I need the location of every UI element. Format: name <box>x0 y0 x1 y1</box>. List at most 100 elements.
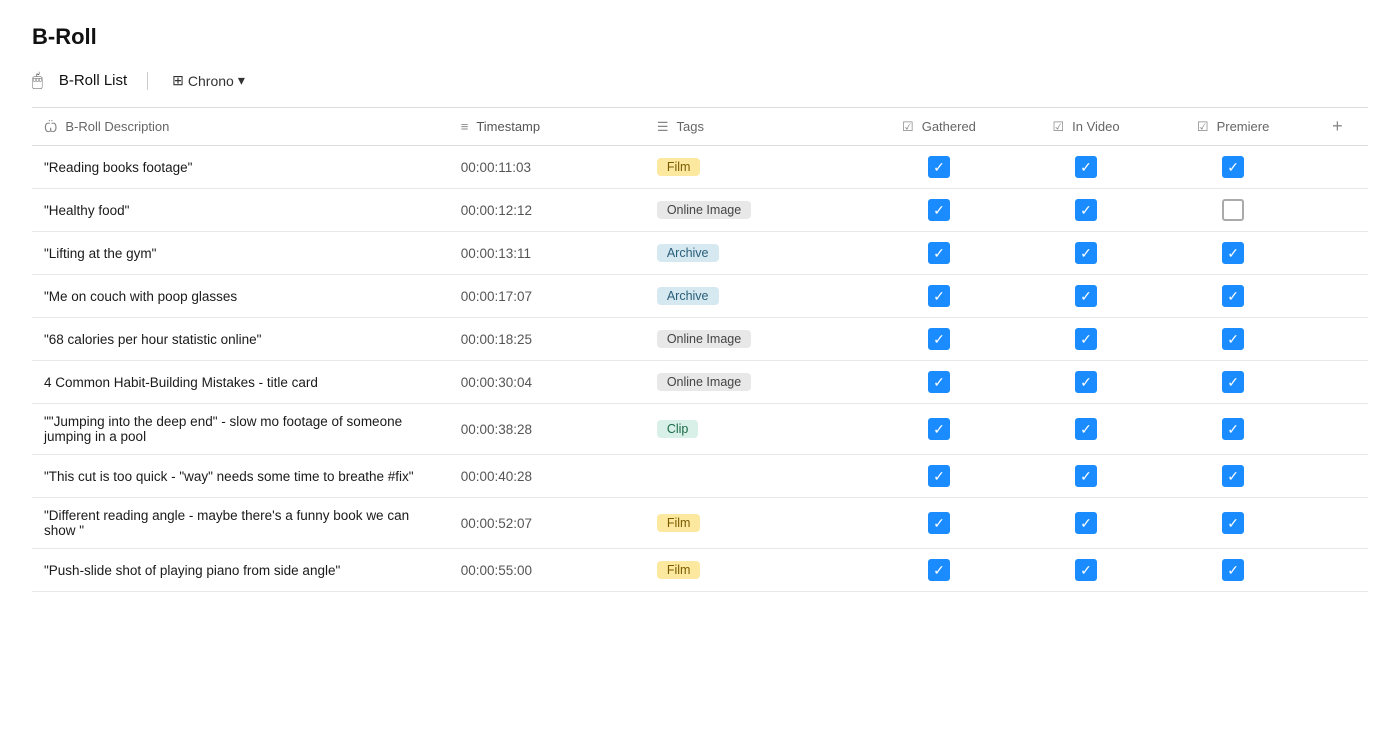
tag-badge[interactable]: Online Image <box>657 330 751 348</box>
col-header-desc: Ꞷ̈ B-Roll Description <box>32 108 449 146</box>
checkbox-invideo[interactable]: ✓ <box>1075 199 1097 221</box>
cell-add <box>1307 318 1368 361</box>
table-row: "Reading books footage"00:00:11:03 Film ✓ ✓… <box>32 146 1368 189</box>
page-title: B-Roll <box>32 24 1368 50</box>
cell-desc: "Reading books footage" <box>32 146 449 189</box>
cell-tag: Clip <box>645 404 866 455</box>
cell-tag: Online Image <box>645 189 866 232</box>
tag-icon: ☰ <box>657 119 669 135</box>
checkbox-premiere[interactable]: ✓ <box>1222 418 1244 440</box>
cell-desc: "Push-slide shot of playing piano from s… <box>32 549 449 592</box>
checkbox-invideo[interactable]: ✓ <box>1075 512 1097 534</box>
tag-badge[interactable]: Online Image <box>657 373 751 391</box>
chevron-down-icon: ▾ <box>238 72 245 89</box>
cell-gathered: ✓ <box>865 498 1012 549</box>
chrono-view-button[interactable]: ⊞ Chrono ▾ <box>168 70 249 91</box>
col-header-ts: ≡ Timestamp <box>449 108 645 146</box>
checkbox-invideo[interactable]: ✓ <box>1075 418 1097 440</box>
cell-premiere: ✓ <box>1160 455 1307 498</box>
checkbox-invideo[interactable]: ✓ <box>1075 242 1097 264</box>
cell-add <box>1307 189 1368 232</box>
cell-invideo: ✓ <box>1013 232 1160 275</box>
checkbox-premiere[interactable]: ✓ <box>1222 512 1244 534</box>
cell-ts: 00:00:11:03 <box>449 146 645 189</box>
cell-ts: 00:00:17:07 <box>449 275 645 318</box>
checkbox-invideo[interactable]: ✓ <box>1075 371 1097 393</box>
checkbox-premiere[interactable]: ✓ <box>1222 285 1244 307</box>
checkbox-gathered[interactable]: ✓ <box>928 512 950 534</box>
tag-badge[interactable]: Archive <box>657 287 719 305</box>
cell-gathered: ✓ <box>865 318 1012 361</box>
tag-badge[interactable]: Film <box>657 514 701 532</box>
cell-tag: Film <box>645 146 866 189</box>
col-header-gathered: ☑ Gathered <box>865 108 1012 146</box>
cell-premiere: ✓ <box>1160 275 1307 318</box>
cell-invideo: ✓ <box>1013 318 1160 361</box>
cell-invideo: ✓ <box>1013 455 1160 498</box>
add-column-button[interactable]: + <box>1332 116 1343 137</box>
cell-invideo: ✓ <box>1013 361 1160 404</box>
checkbox-gathered[interactable]: ✓ <box>928 199 950 221</box>
checkbox-premiere[interactable]: ✓ <box>1222 156 1244 178</box>
checkbox-premiere[interactable]: ✓ <box>1222 328 1244 350</box>
table-row: "68 calories per hour statistic online"0… <box>32 318 1368 361</box>
checkbox-gathered[interactable]: ✓ <box>928 156 950 178</box>
checkbox-invideo[interactable]: ✓ <box>1075 328 1097 350</box>
checkbox-premiere[interactable]: ✓ <box>1222 465 1244 487</box>
tag-badge[interactable]: Online Image <box>657 201 751 219</box>
checkbox-invideo[interactable]: ✓ <box>1075 285 1097 307</box>
table-row: "Lifting at the gym"00:00:13:11 Archive ✓ ✓… <box>32 232 1368 275</box>
table-header-row: Ꞷ̈ B-Roll Description ≡ Timestamp ☰ <box>32 108 1368 146</box>
tag-badge[interactable]: Film <box>657 561 701 579</box>
col-header-invideo: ☑ In Video <box>1013 108 1160 146</box>
cell-premiere: ✓ <box>1160 404 1307 455</box>
cell-invideo: ✓ <box>1013 146 1160 189</box>
checkbox-gathered[interactable]: ✓ <box>928 242 950 264</box>
cell-add <box>1307 361 1368 404</box>
cell-ts: 00:00:12:12 <box>449 189 645 232</box>
checkbox-gathered[interactable]: ✓ <box>928 285 950 307</box>
checkbox-invideo[interactable]: ✓ <box>1075 559 1097 581</box>
table-row: 4 Common Habit-Building Mistakes - title… <box>32 361 1368 404</box>
cell-desc: "68 calories per hour statistic online" <box>32 318 449 361</box>
checkbox-gathered[interactable]: ✓ <box>928 371 950 393</box>
checkbox-premiere[interactable]: ✓ <box>1222 371 1244 393</box>
list-icon: 🖱 <box>32 70 43 91</box>
cell-desc: "Lifting at the gym" <box>32 232 449 275</box>
check-icon-invideo: ☑ <box>1052 119 1064 135</box>
tag-badge[interactable]: Clip <box>657 420 699 438</box>
cell-desc: "Healthy food" <box>32 189 449 232</box>
checkbox-gathered[interactable]: ✓ <box>928 465 950 487</box>
col-header-premiere: ☑ Premiere <box>1160 108 1307 146</box>
chrono-label: Chrono <box>188 73 234 89</box>
checkbox-gathered[interactable]: ✓ <box>928 559 950 581</box>
checkbox-gathered[interactable]: ✓ <box>928 418 950 440</box>
checkbox-invideo[interactable]: ✓ <box>1075 156 1097 178</box>
cell-tag <box>645 455 866 498</box>
cell-ts: 00:00:13:11 <box>449 232 645 275</box>
table-row: "Push-slide shot of playing piano from s… <box>32 549 1368 592</box>
table-row: "This cut is too quick - "way" needs som… <box>32 455 1368 498</box>
checkbox-premiere[interactable]: ✓ <box>1222 242 1244 264</box>
page-container: B-Roll 🖱 B-Roll List ⊞ Chrono ▾ Ꞷ̈ B-Rol… <box>0 0 1400 616</box>
cell-ts: 00:00:55:00 <box>449 549 645 592</box>
cell-tag: Film <box>645 549 866 592</box>
tag-badge[interactable]: Archive <box>657 244 719 262</box>
cell-invideo: ✓ <box>1013 549 1160 592</box>
cell-ts: 00:00:30:04 <box>449 361 645 404</box>
cell-desc: ""Jumping into the deep end" - slow mo f… <box>32 404 449 455</box>
cell-add <box>1307 404 1368 455</box>
cell-add <box>1307 275 1368 318</box>
cell-invideo: ✓ <box>1013 404 1160 455</box>
checkbox-premiere[interactable]: ✓ <box>1222 559 1244 581</box>
cell-gathered: ✓ <box>865 455 1012 498</box>
checkbox-gathered[interactable]: ✓ <box>928 328 950 350</box>
checkbox-invideo[interactable]: ✓ <box>1075 465 1097 487</box>
cell-ts: 00:00:18:25 <box>449 318 645 361</box>
cell-premiere: ✓ <box>1160 498 1307 549</box>
checkbox-premiere[interactable] <box>1222 199 1244 221</box>
cell-tag: Film <box>645 498 866 549</box>
tag-badge[interactable]: Film <box>657 158 701 176</box>
cell-gathered: ✓ <box>865 189 1012 232</box>
cell-add <box>1307 146 1368 189</box>
